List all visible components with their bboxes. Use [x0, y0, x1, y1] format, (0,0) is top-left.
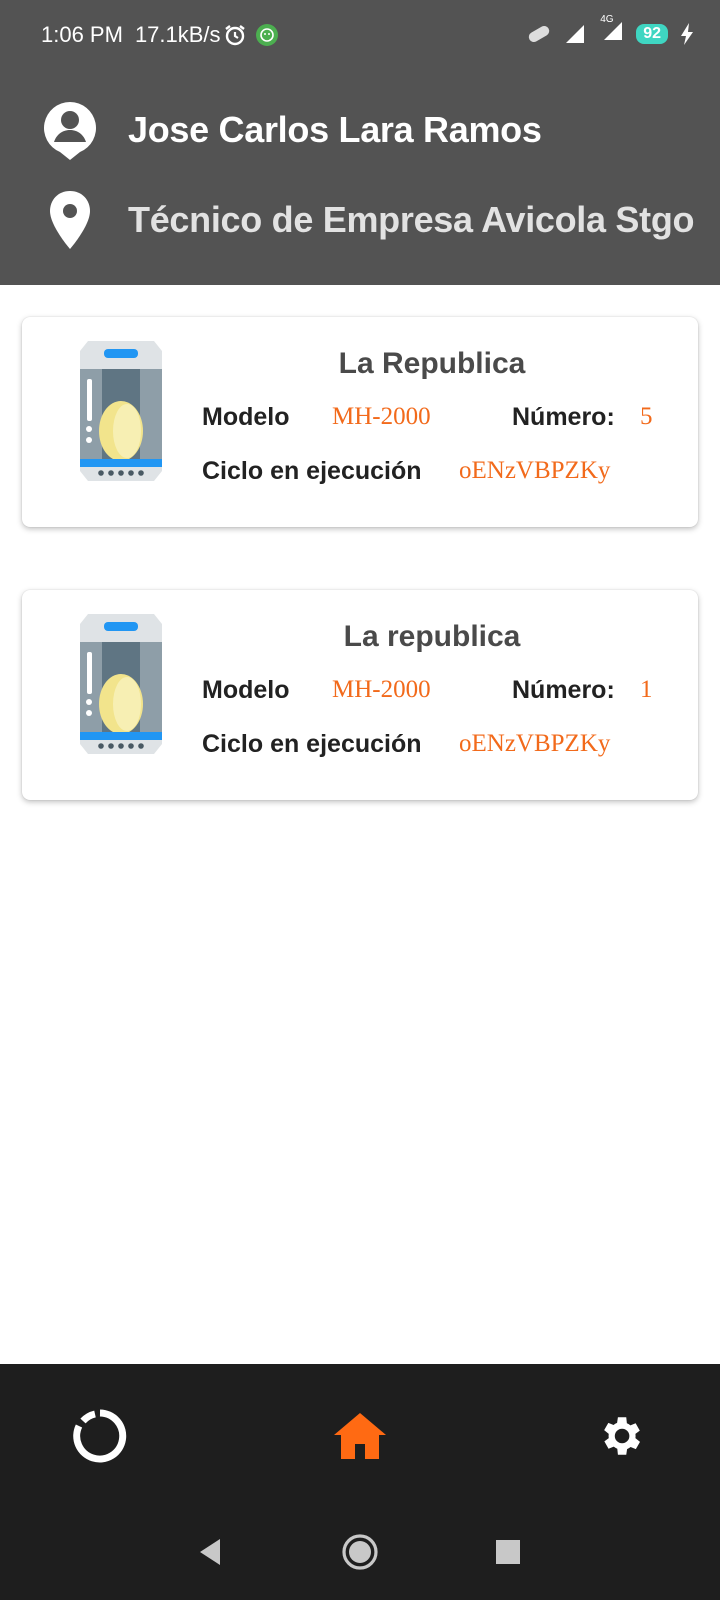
- gear-icon: [604, 1417, 640, 1455]
- account-circle-icon: [42, 100, 98, 160]
- user-row: Jose Carlos Lara Ramos: [42, 100, 542, 160]
- user-role: Técnico de Empresa Avicola Stgo: [128, 199, 695, 240]
- link-icon: [529, 25, 550, 42]
- modelo-label: Modelo: [202, 676, 290, 704]
- system-recents-button[interactable]: [486, 1530, 530, 1574]
- modelo-label: Modelo: [202, 403, 290, 431]
- nav-settings-button[interactable]: [588, 1404, 652, 1468]
- home-circle-icon: [342, 1534, 378, 1570]
- system-navigation-bar: [0, 1500, 720, 1600]
- bottom-navigation: [0, 1364, 720, 1500]
- modelo-value: MH-2000: [332, 403, 431, 430]
- card-title: La Republica: [338, 347, 526, 380]
- status-time: 1:06 PM: [41, 22, 123, 47]
- numero-value: 1: [640, 676, 653, 703]
- numero-value: 5: [640, 403, 653, 430]
- nav-home-button[interactable]: [328, 1404, 392, 1468]
- user-name: Jose Carlos Lara Ramos: [128, 109, 542, 150]
- map-pin-icon: [42, 190, 98, 250]
- incubator-icon: [80, 341, 162, 481]
- ciclo-label: Ciclo en ejecución: [202, 457, 422, 485]
- home-icon: [334, 1413, 386, 1459]
- ciclo-label: Ciclo en ejecución: [202, 730, 422, 758]
- role-row: Técnico de Empresa Avicola Stgo: [42, 190, 695, 250]
- numero-label: Número:: [512, 676, 615, 704]
- card-title: La republica: [343, 620, 521, 653]
- nav-refresh-button[interactable]: [68, 1404, 132, 1468]
- ciclo-value: oENzVBPZKy: [459, 457, 611, 484]
- status-speed: 17.1kB/s: [134, 22, 221, 47]
- refresh-ring-icon: [73, 1409, 127, 1463]
- network-type: 4G: [600, 14, 614, 25]
- ciclo-value: oENzVBPZKy: [459, 730, 611, 757]
- android-app-icon: [255, 24, 278, 46]
- incubator-card[interactable]: La Republica Modelo MH-2000 Número: 5 Ci…: [22, 317, 698, 527]
- back-triangle-icon: [200, 1539, 220, 1565]
- alarm-icon: [224, 25, 245, 46]
- profile-header: Jose Carlos Lara Ramos Técnico de Empres…: [0, 70, 720, 285]
- system-home-button[interactable]: [338, 1530, 382, 1574]
- modelo-value: MH-2000: [332, 676, 431, 703]
- charging-icon: [681, 22, 693, 45]
- battery-level: 92: [636, 23, 668, 44]
- incubator-card[interactable]: La republica Modelo MH-2000 Número: 1 Ci…: [22, 590, 698, 800]
- numero-label: Número:: [512, 403, 615, 431]
- recents-square-icon: [496, 1540, 520, 1564]
- signal-icon: [566, 24, 585, 43]
- status-bar: 1:06 PM 17.1kB/s 4G 92: [0, 0, 720, 70]
- system-back-button[interactable]: [188, 1530, 232, 1574]
- incubator-icon: [80, 614, 162, 754]
